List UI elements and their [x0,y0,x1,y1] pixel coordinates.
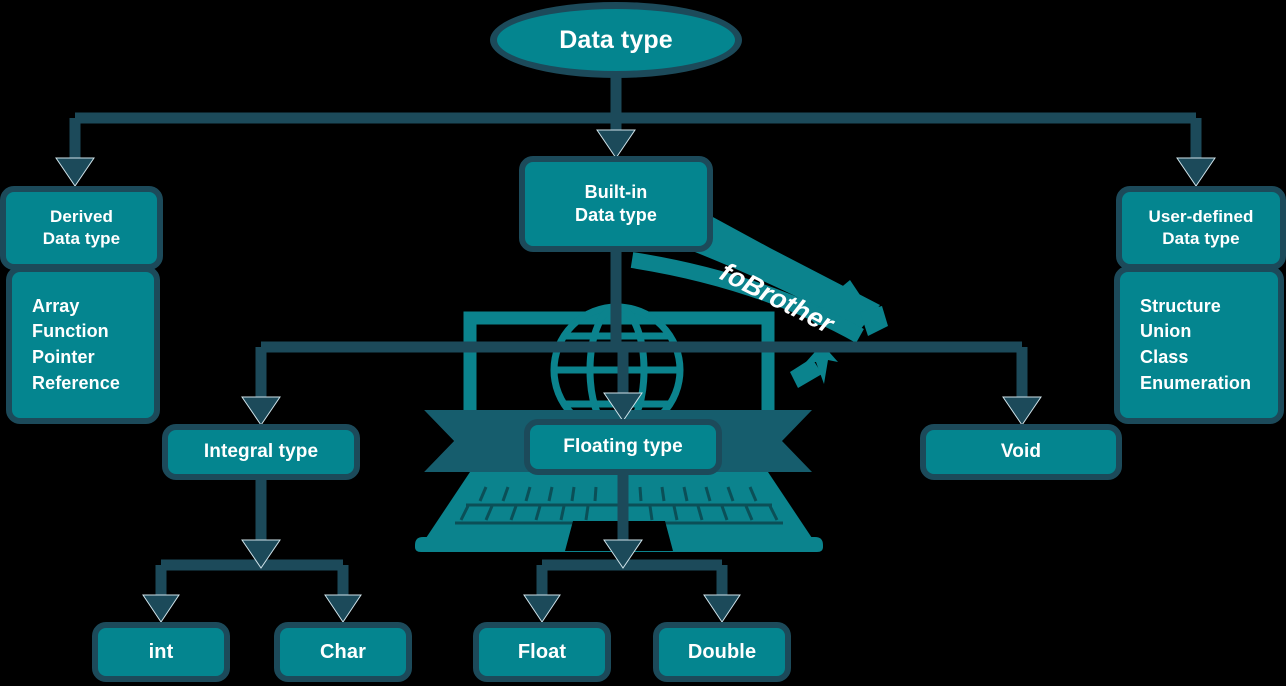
node-user-defined-data-type[interactable]: User-defined Data type [1116,186,1286,270]
derived-member-function: Function [32,321,109,342]
node-builtin-line2: Data type [575,205,657,225]
node-userdef-line1: User-defined [1148,206,1254,226]
derived-member-pointer: Pointer [32,347,95,367]
userdefined-member-union: Union [1140,321,1192,342]
node-int[interactable]: int [92,622,230,682]
node-double-label: Double [687,641,757,663]
userdefined-member-structure: Structure [1140,295,1221,316]
node-void-type[interactable]: Void [920,424,1122,480]
node-root-label: Data type [559,25,673,54]
node-integral-label: Integral type [203,440,319,462]
node-userdef-line2: Data type [1162,229,1240,248]
node-int-label: int [148,641,174,663]
node-user-defined-members[interactable]: Structure Union Class Enumeration [1114,266,1284,424]
diagram-canvas: foBrother Data type Derived Data type Ar… [0,0,1286,686]
node-float-label: Float [517,641,567,663]
node-builtin-line1: Built-in [584,181,648,202]
node-void-label: Void [1000,440,1042,462]
node-builtin-data-type[interactable]: Built-in Data type [519,156,713,252]
node-char[interactable]: Char [274,622,412,682]
derived-member-array: Array [32,295,80,316]
node-derived-members[interactable]: Array Function Pointer Reference [6,266,160,424]
userdefined-member-enumeration: Enumeration [1140,372,1252,393]
userdefined-member-class: Class [1140,347,1189,367]
node-data-type-root[interactable]: Data type [490,2,742,78]
node-floating-type[interactable]: Floating type [524,419,722,475]
node-double[interactable]: Double [653,622,791,682]
node-derived-line2: Data type [42,229,121,248]
derived-member-reference: Reference [32,372,120,393]
node-derived-line1: Derived [49,206,114,226]
node-derived-data-type[interactable]: Derived Data type [0,186,163,270]
node-char-label: Char [320,641,366,663]
node-integral-type[interactable]: Integral type [162,424,360,480]
node-floating-label: Floating type [563,435,683,457]
node-float[interactable]: Float [473,622,611,682]
